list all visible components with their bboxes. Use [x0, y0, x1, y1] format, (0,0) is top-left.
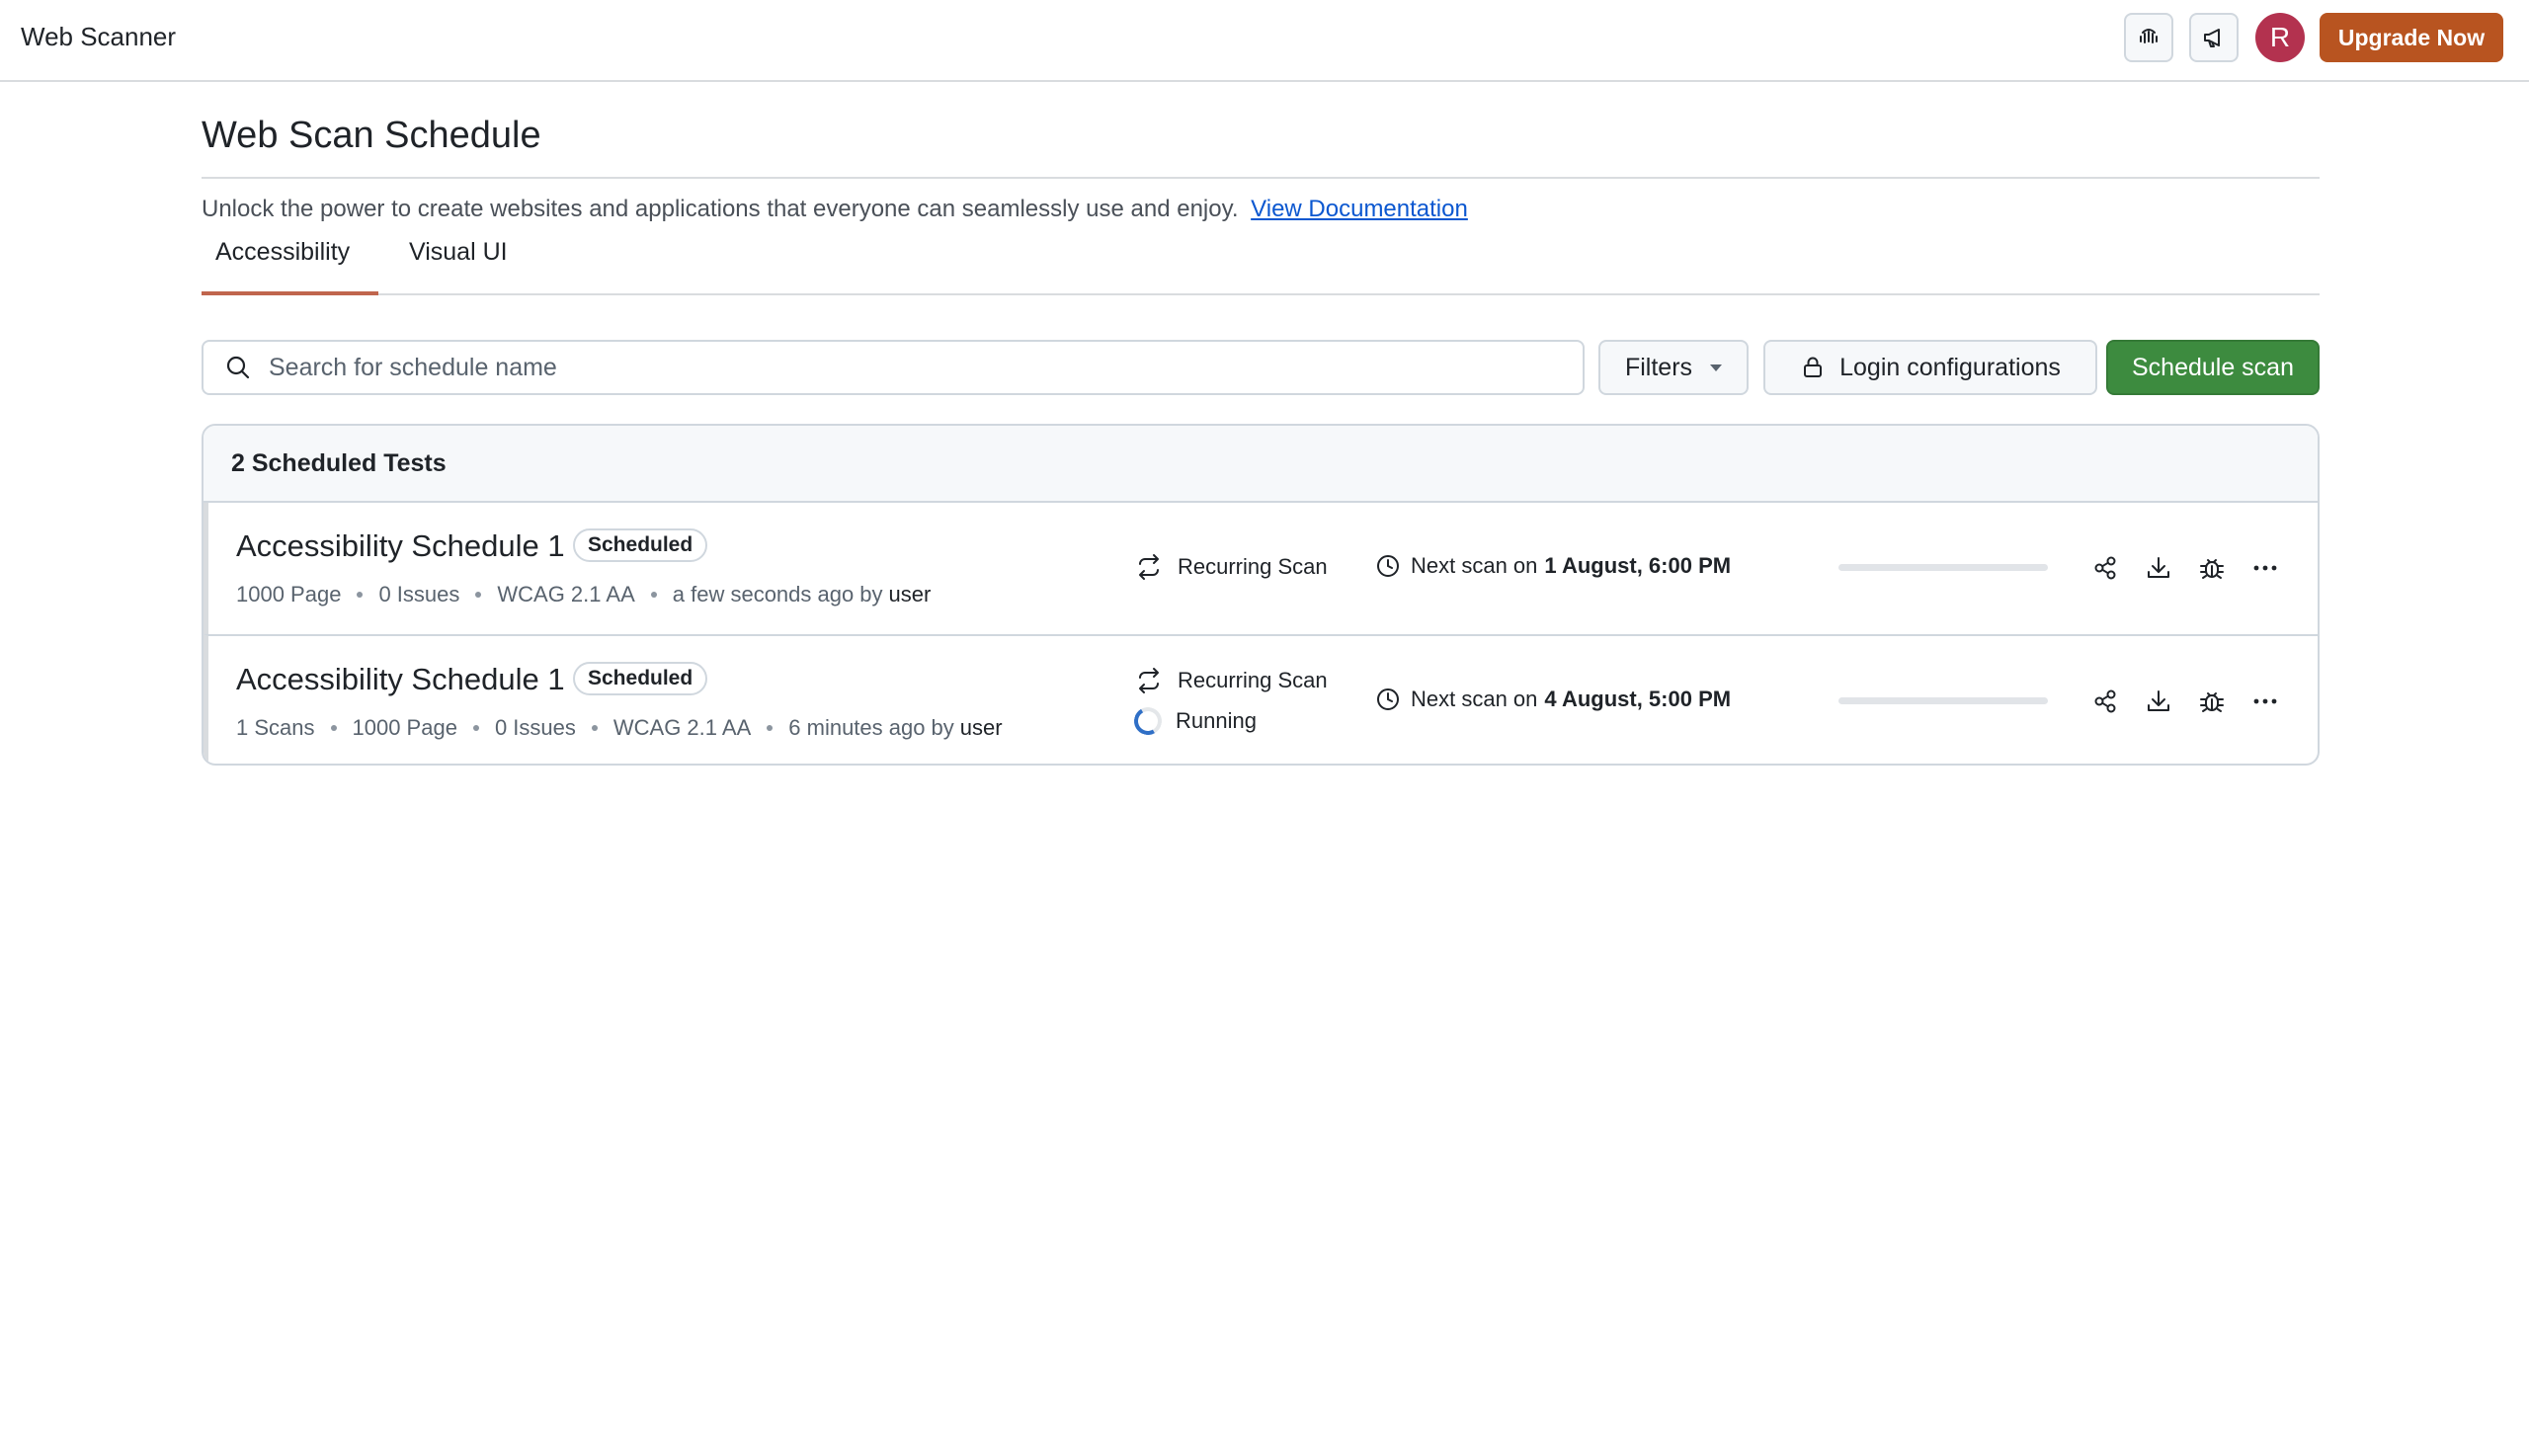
scan-type-label: Recurring Scan — [1178, 554, 1328, 579]
bug-icon — [2200, 692, 2224, 712]
next-scan-label: Next scan on — [1411, 553, 1538, 578]
issue-count: 0 Issues — [378, 582, 460, 607]
created-time: a few seconds ago — [672, 582, 855, 607]
page-title: Web Scan Schedule — [202, 115, 541, 156]
clock-icon — [1377, 555, 1399, 577]
scan-type-label: Recurring Scan — [1178, 668, 1328, 692]
list-item[interactable]: Accessibility Schedule 1 Scheduled 1 Sca… — [204, 634, 2318, 764]
schedule-scan-button[interactable]: Schedule scan — [2106, 340, 2320, 395]
more-options-button[interactable] — [2250, 553, 2280, 583]
download-icon — [2148, 690, 2169, 711]
status-badge: Scheduled — [573, 528, 708, 562]
search-icon — [226, 356, 250, 379]
caret-down-icon — [1710, 364, 1723, 371]
bug-report-button[interactable] — [2197, 687, 2227, 716]
megaphone-icon — [2204, 29, 2220, 47]
next-scan-date: 1 August, 6:00 PM — [1544, 553, 1732, 578]
download-button[interactable] — [2144, 553, 2173, 583]
scan-type: Recurring Scan — [1134, 552, 1328, 582]
share-icon — [2094, 689, 2116, 713]
download-button[interactable] — [2144, 687, 2173, 716]
bug-report-button[interactable] — [2197, 553, 2227, 583]
separator-dot — [591, 725, 598, 731]
status-badge: Scheduled — [573, 662, 708, 695]
more-options-button[interactable] — [2250, 687, 2280, 716]
more-horizontal-icon — [2253, 565, 2277, 571]
schedule-name[interactable]: Accessibility Schedule 1 — [236, 528, 565, 564]
next-scan-label: Next scan on — [1411, 687, 1538, 711]
separator-dot — [767, 725, 774, 731]
repeat-icon — [1139, 668, 1159, 693]
scan-count: 1 Scans — [236, 715, 315, 740]
download-icon — [2148, 557, 2169, 578]
running-status: Running — [1130, 703, 1257, 739]
separator-dot — [330, 725, 337, 731]
scheduled-tests-list: 2 Scheduled Tests Accessibility Schedule… — [202, 424, 2320, 766]
issue-count: 0 Issues — [494, 715, 576, 740]
lock-icon — [1804, 357, 1823, 377]
separator-dot — [475, 592, 482, 598]
search-box — [202, 340, 1585, 395]
clock-icon — [1377, 688, 1399, 710]
created-time: 6 minutes ago — [788, 715, 926, 740]
list-header: 2 Scheduled Tests — [204, 426, 2318, 503]
list-item[interactable]: Accessibility Schedule 1 Scheduled 1000 … — [204, 503, 2318, 634]
more-horizontal-icon — [2253, 698, 2277, 704]
tab-visual-ui[interactable]: Visual UI — [395, 230, 522, 295]
avatar[interactable]: R — [2255, 13, 2305, 62]
accessibility-wave-icon — [2140, 29, 2158, 43]
upgrade-now-button[interactable]: Upgrade Now — [2320, 13, 2503, 62]
share-icon — [2094, 556, 2116, 580]
tab-bar: Accessibility Visual UI — [202, 230, 2320, 295]
schedule-meta: 1 Scans 1000 Page 0 Issues WCAG 2.1 AA 6… — [236, 715, 1003, 741]
next-scan: Next scan on 4 August, 5:00 PM — [1375, 687, 1731, 712]
created-by-user: user — [888, 582, 932, 607]
row-actions — [2090, 553, 2280, 583]
next-scan-date: 4 August, 5:00 PM — [1544, 687, 1732, 711]
announcements-button[interactable] — [2189, 13, 2239, 62]
scan-progress-bar — [1838, 564, 2048, 571]
page-description: Unlock the power to create websites and … — [202, 196, 1468, 223]
share-button[interactable] — [2090, 687, 2120, 716]
created-by-user: user — [959, 715, 1003, 740]
separator-dot — [650, 592, 657, 598]
separator-dot — [472, 725, 479, 731]
spinner-icon — [1130, 703, 1166, 739]
running-label: Running — [1176, 708, 1257, 733]
repeat-icon — [1139, 554, 1159, 580]
tab-accessibility[interactable]: Accessibility — [202, 230, 378, 295]
login-configurations-label: Login configurations — [1839, 353, 2061, 381]
page-count: 1000 Page — [236, 582, 342, 607]
login-configurations-button[interactable]: Login configurations — [1763, 340, 2097, 395]
by-text: by — [859, 582, 883, 607]
filters-button[interactable]: Filters — [1598, 340, 1749, 395]
accessibility-button[interactable] — [2124, 13, 2173, 62]
scan-type: Recurring Scan — [1134, 666, 1328, 695]
top-bar: Web Scanner R Upgrade Now — [0, 0, 2529, 82]
page-count: 1000 Page — [352, 715, 457, 740]
search-input[interactable] — [269, 353, 1553, 382]
schedule-meta: 1000 Page 0 Issues WCAG 2.1 AA a few sec… — [236, 582, 931, 607]
filters-label: Filters — [1624, 353, 1693, 381]
description-text: Unlock the power to create websites and … — [202, 196, 1239, 222]
view-documentation-link[interactable]: View Documentation — [1251, 196, 1468, 222]
share-button[interactable] — [2090, 553, 2120, 583]
next-scan: Next scan on 1 August, 6:00 PM — [1375, 553, 1731, 579]
wcag-level: WCAG 2.1 AA — [612, 715, 752, 740]
scan-progress-bar — [1838, 697, 2048, 704]
row-actions — [2090, 687, 2280, 716]
divider — [202, 177, 2320, 179]
separator-dot — [357, 592, 364, 598]
wcag-level: WCAG 2.1 AA — [497, 582, 635, 607]
schedule-name[interactable]: Accessibility Schedule 1 — [236, 662, 565, 697]
bug-icon — [2200, 559, 2224, 579]
by-text: by — [931, 715, 954, 740]
app-title: Web Scanner — [21, 22, 177, 51]
